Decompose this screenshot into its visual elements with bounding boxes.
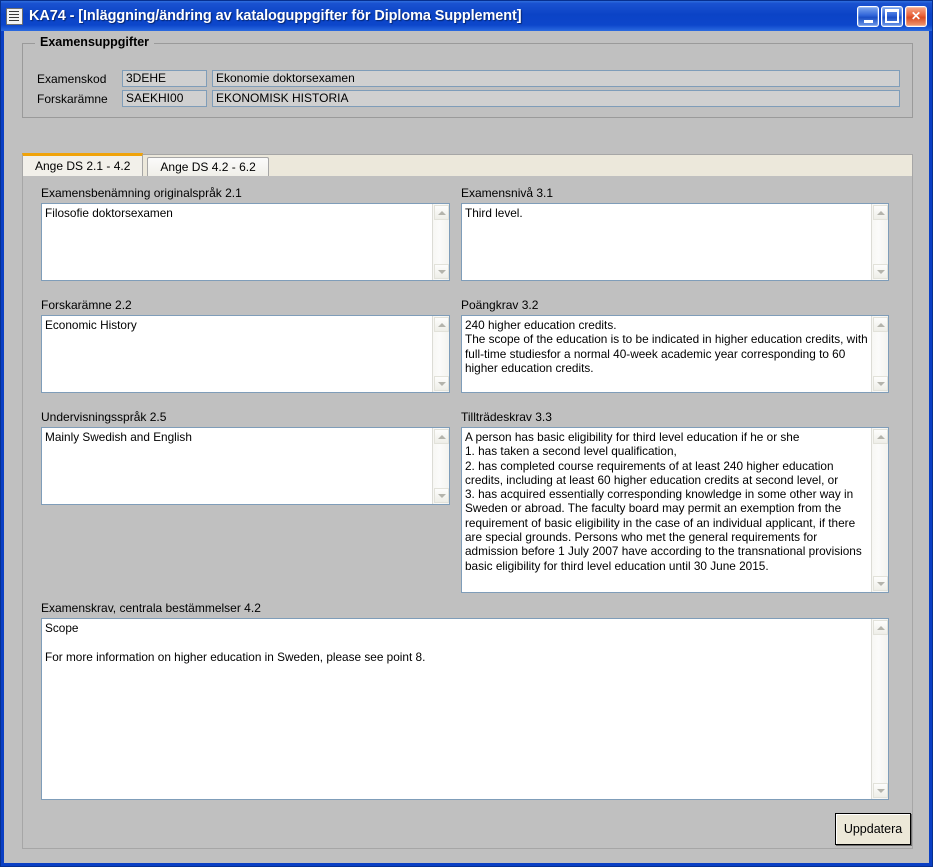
scroll-up-button[interactable] [873, 205, 888, 220]
tab-page-ange-ds-21-42: Examensbenämning originalspråk 2.1 Filos… [22, 176, 913, 849]
scroll-down-button[interactable] [434, 376, 449, 391]
scrollbar-vertical[interactable] [871, 204, 888, 280]
panel-examensbenamning: Examensbenämning originalspråk 2.1 Filos… [41, 186, 450, 281]
chevron-up-icon [876, 322, 885, 327]
tab-ange-ds-42-62[interactable]: Ange DS 4.2 - 6.2 [147, 157, 269, 176]
chevron-up-icon [876, 210, 885, 215]
chevron-down-icon [876, 269, 885, 274]
close-button[interactable]: ✕ [905, 5, 927, 27]
poangkrav-textarea[interactable]: 240 higher education credits. The scope … [461, 315, 889, 393]
window-controls: ✕ [857, 5, 927, 27]
examensbenamning-label: Examensbenämning originalspråk 2.1 [41, 186, 242, 200]
examensniva-textarea[interactable]: Third level. [461, 203, 889, 281]
chevron-down-icon [437, 381, 446, 386]
tilltradeskrav-label: Tillträdeskrav 3.3 [461, 410, 552, 424]
examenskod-label: Examenskod [37, 71, 107, 86]
forskaramne-label: Forskarämne 2.2 [41, 298, 132, 312]
chevron-down-icon [437, 493, 446, 498]
undervisningssprak-value: Mainly Swedish and English [45, 430, 192, 444]
examenskrav-textarea[interactable]: Scope For more information on higher edu… [41, 618, 889, 800]
forskaramne-textarea[interactable]: Economic History [41, 315, 450, 393]
maximize-button[interactable] [881, 5, 903, 27]
document-form-icon [6, 7, 23, 25]
exam-details-groupbox: Examensuppgifter Examenskod 3DEHE Ekonom… [22, 35, 913, 118]
tab-label: Ange DS 2.1 - 4.2 [35, 159, 131, 173]
scroll-down-button[interactable] [873, 783, 888, 798]
examenskod-code-field[interactable]: 3DEHE [122, 70, 207, 87]
chevron-up-icon [437, 434, 446, 439]
client-area: Examensuppgifter Examenskod 3DEHE Ekonom… [4, 31, 929, 863]
forskaramne-label: Forskarämne [37, 91, 108, 106]
chevron-up-icon [876, 625, 885, 630]
tab-label: Ange DS 4.2 - 6.2 [160, 160, 256, 174]
undervisningssprak-label: Undervisningsspråk 2.5 [41, 410, 167, 424]
examensbenamning-textarea[interactable]: Filosofie doktorsexamen [41, 203, 450, 281]
update-button[interactable]: Uppdatera [835, 813, 911, 845]
forskaramne-code-field[interactable]: SAEKHI00 [122, 90, 207, 107]
title-bar[interactable]: KA74 - [Inläggning/ändring av katalogupp… [1, 1, 932, 31]
examensniva-label: Examensnivå 3.1 [461, 186, 554, 200]
scrollbar-vertical[interactable] [432, 204, 449, 280]
chevron-up-icon [437, 322, 446, 327]
examensniva-value: Third level. [465, 206, 523, 220]
tilltradeskrav-textarea[interactable]: A person has basic eligibility for third… [461, 427, 889, 593]
scroll-down-button[interactable] [434, 488, 449, 503]
forskaramne-name-field[interactable]: EKONOMISK HISTORIA [212, 90, 900, 107]
scrollbar-vertical[interactable] [432, 428, 449, 504]
tab-ange-ds-21-42[interactable]: Ange DS 2.1 - 4.2 [22, 153, 144, 176]
scroll-up-button[interactable] [873, 429, 888, 444]
minimize-button[interactable] [857, 5, 879, 27]
scroll-down-button[interactable] [873, 576, 888, 591]
panel-examensniva: Examensnivå 3.1 Third level. [461, 186, 889, 281]
scroll-down-button[interactable] [434, 264, 449, 279]
scrollbar-vertical[interactable] [432, 316, 449, 392]
examenskod-name-field[interactable]: Ekonomie doktorsexamen [212, 70, 900, 87]
panel-tilltradeskrav: Tillträdeskrav 3.3 A person has basic el… [461, 410, 889, 593]
examenskrav-label: Examenskrav, centrala bestämmelser 4.2 [41, 601, 261, 615]
chevron-down-icon [876, 381, 885, 386]
scrollbar-vertical[interactable] [871, 316, 888, 392]
tilltradeskrav-value: A person has basic eligibility for third… [465, 430, 862, 573]
poangkrav-value: 240 higher education credits. The scope … [465, 318, 868, 375]
exam-details-grid: Examenskod 3DEHE Ekonomie doktorsexamen … [37, 70, 900, 107]
minimize-icon [858, 7, 878, 26]
scroll-down-button[interactable] [873, 376, 888, 391]
forskaramne-value: Economic History [45, 318, 137, 332]
scrollbar-vertical[interactable] [871, 619, 888, 799]
examensbenamning-value: Filosofie doktorsexamen [45, 206, 430, 278]
panel-poangkrav: Poängkrav 3.2 240 higher education credi… [461, 298, 889, 393]
chevron-down-icon [876, 788, 885, 793]
chevron-up-icon [876, 434, 885, 439]
panel-forskaramne: Forskarämne 2.2 Economic History [41, 298, 450, 393]
close-icon: ✕ [910, 9, 922, 23]
chevron-up-icon [437, 210, 446, 215]
scroll-up-button[interactable] [873, 317, 888, 332]
panel-examenskrav: Examenskrav, centrala bestämmelser 4.2 S… [41, 601, 889, 800]
tab-strip: Ange DS 2.1 - 4.2 Ange DS 4.2 - 6.2 [22, 153, 913, 176]
chevron-down-icon [876, 581, 885, 586]
scrollbar-vertical[interactable] [871, 428, 888, 592]
application-window: KA74 - [Inläggning/ändring av katalogupp… [0, 0, 933, 867]
scroll-up-button[interactable] [434, 317, 449, 332]
poangkrav-label: Poängkrav 3.2 [461, 298, 539, 312]
chevron-down-icon [437, 269, 446, 274]
maximize-icon [882, 7, 902, 26]
scroll-up-button[interactable] [434, 205, 449, 220]
examenskrav-value: Scope For more information on higher edu… [45, 621, 426, 664]
scroll-up-button[interactable] [434, 429, 449, 444]
window-title: KA74 - [Inläggning/ändring av katalogupp… [29, 8, 522, 24]
undervisningssprak-textarea[interactable]: Mainly Swedish and English [41, 427, 450, 505]
panel-undervisningssprak: Undervisningsspråk 2.5 Mainly Swedish an… [41, 410, 450, 505]
scroll-down-button[interactable] [873, 264, 888, 279]
groupbox-title: Examensuppgifter [35, 35, 155, 49]
scroll-up-button[interactable] [873, 620, 888, 635]
